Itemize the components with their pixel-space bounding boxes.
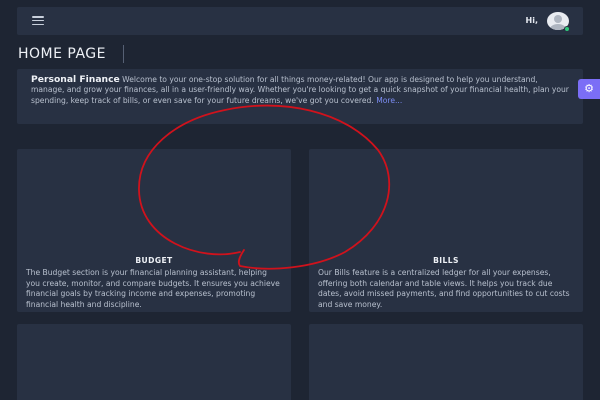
budget-card[interactable]: BUDGET The Budget section is your financ…	[17, 149, 291, 312]
gear-icon: ⚙	[584, 82, 594, 95]
hamburger-icon[interactable]	[32, 16, 44, 25]
card-description: Our Bills feature is a centralized ledge…	[318, 268, 570, 309]
feature-card[interactable]	[309, 324, 583, 400]
bills-card[interactable]: BILLS Our Bills feature is a centralized…	[309, 149, 583, 312]
intro-heading: Personal Finance	[31, 74, 120, 85]
page-title: HOME PAGE	[18, 46, 106, 62]
top-bar: Hi,	[17, 7, 583, 35]
greeting-text: Hi,	[525, 16, 538, 25]
card-description: The Budget section is your financial pla…	[26, 268, 280, 309]
avatar-head-shape	[554, 15, 562, 23]
title-divider	[123, 45, 124, 63]
app-frame: Hi, HOME PAGE Personal Finance Welcome t…	[0, 0, 600, 400]
intro-panel: Personal Finance Welcome to your one-sto…	[17, 69, 583, 124]
card-title: BUDGET	[135, 256, 173, 265]
more-link[interactable]: More...	[376, 96, 402, 105]
online-status-indicator	[564, 26, 570, 32]
feature-card[interactable]	[17, 324, 291, 400]
card-title: BILLS	[433, 256, 459, 265]
settings-button[interactable]: ⚙	[578, 79, 600, 99]
